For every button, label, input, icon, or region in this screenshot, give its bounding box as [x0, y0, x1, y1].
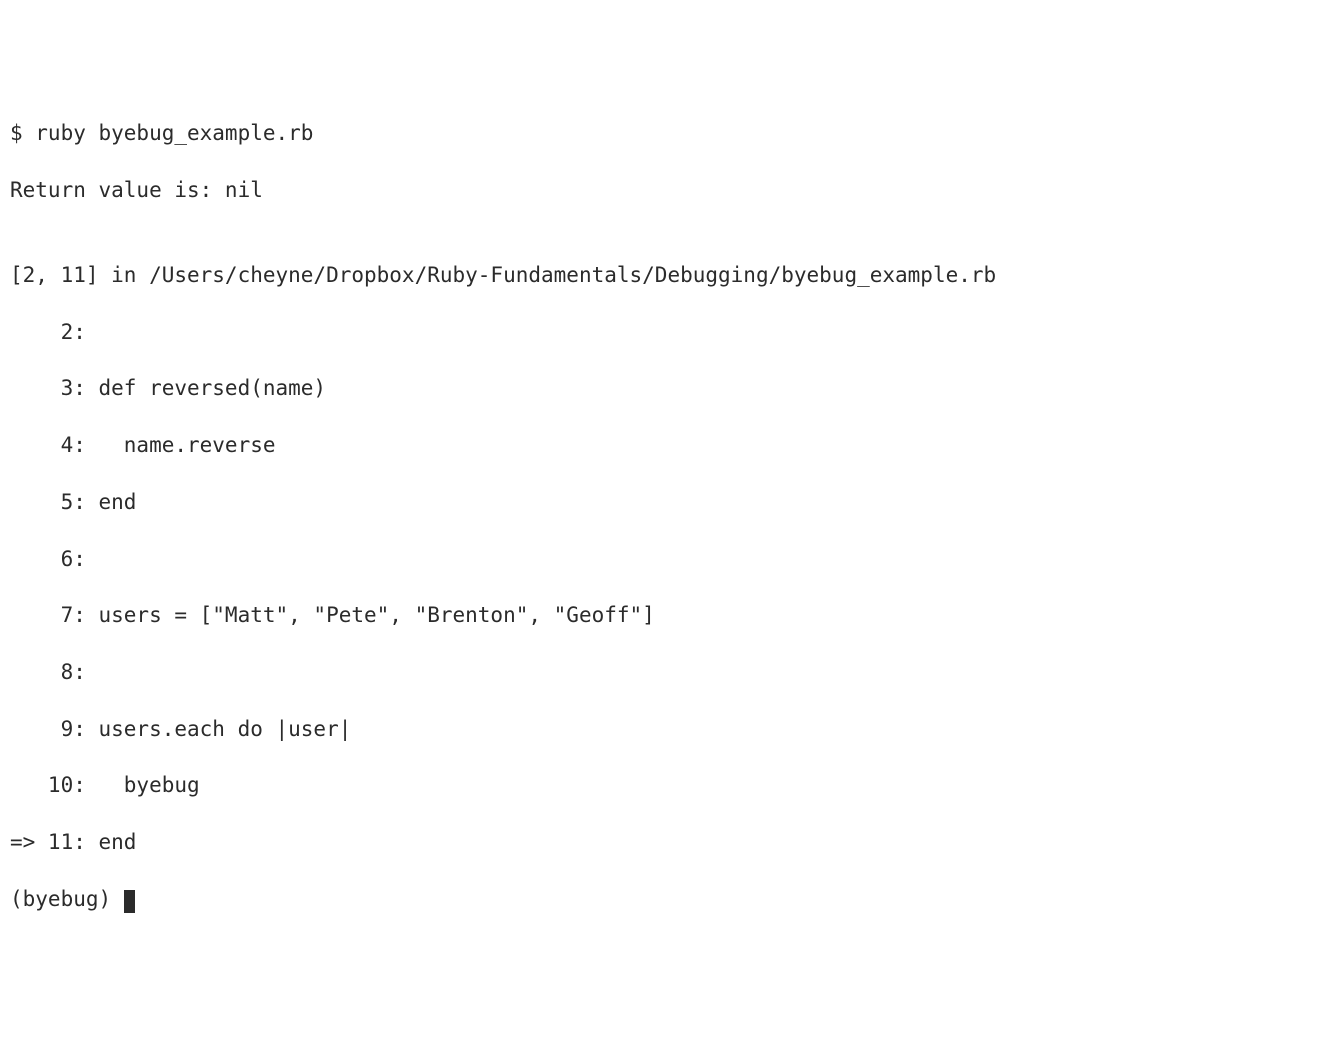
code-line-6: 6:	[10, 545, 1326, 573]
byebug-prompt: (byebug)	[10, 887, 124, 911]
code-line-7: 7: users = ["Matt", "Pete", "Brenton", "…	[10, 601, 1326, 629]
prompt-line[interactable]: (byebug)	[10, 885, 1326, 913]
code-line-4: 4: name.reverse	[10, 431, 1326, 459]
code-line-10: 10: byebug	[10, 771, 1326, 799]
code-line-5: 5: end	[10, 488, 1326, 516]
code-line-2: 2:	[10, 318, 1326, 346]
code-line-9: 9: users.each do |user|	[10, 715, 1326, 743]
cursor-icon	[124, 890, 136, 913]
command-line: $ ruby byebug_example.rb	[10, 119, 1326, 147]
file-range-line: [2, 11] in /Users/cheyne/Dropbox/Ruby-Fu…	[10, 261, 1326, 289]
return-value-line: Return value is: nil	[10, 176, 1326, 204]
code-line-3: 3: def reversed(name)	[10, 374, 1326, 402]
code-line-8: 8:	[10, 658, 1326, 686]
code-line-current: => 11: end	[10, 828, 1326, 856]
